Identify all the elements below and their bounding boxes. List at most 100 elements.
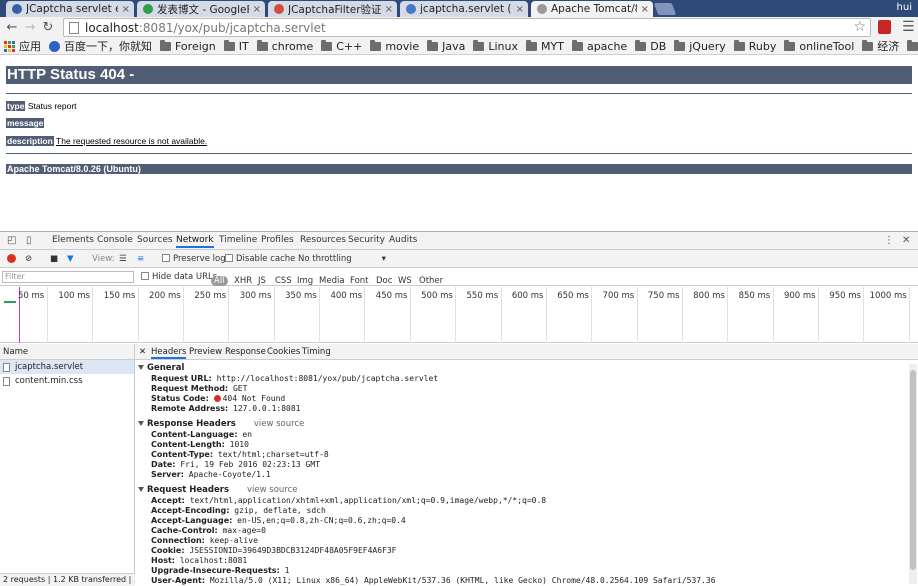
filter-type-all[interactable]: All bbox=[211, 276, 228, 286]
scrollbar-thumb[interactable] bbox=[910, 370, 916, 570]
menu-icon[interactable]: ☰ bbox=[902, 19, 915, 35]
tab-network[interactable]: Network bbox=[176, 235, 214, 248]
close-tab-icon[interactable]: × bbox=[122, 4, 130, 15]
bookmark-item[interactable]: Ruby bbox=[733, 39, 776, 53]
detail-tab-timing[interactable]: Timing bbox=[302, 347, 331, 357]
bookmark-item[interactable]: MYT bbox=[526, 39, 564, 53]
bookmark-item[interactable]: Foreign bbox=[160, 39, 216, 53]
close-devtools-icon[interactable]: ✕ bbox=[902, 235, 910, 246]
folder-icon bbox=[635, 39, 647, 51]
filter-type-doc[interactable]: Doc bbox=[376, 276, 392, 286]
filter-type-ws[interactable]: WS bbox=[398, 276, 412, 286]
hide-data-urls-label: Hide data URLs bbox=[152, 272, 218, 282]
forward-arrow-icon[interactable]: → bbox=[21, 20, 39, 35]
preserve-log-checkbox[interactable]: Preserve log bbox=[162, 254, 226, 264]
back-arrow-icon[interactable]: ← bbox=[3, 20, 21, 35]
device-mode-icon[interactable]: ▯ bbox=[26, 235, 32, 246]
timeline-tick-label: 1000 ms bbox=[869, 291, 907, 301]
tab-timeline[interactable]: Timeline bbox=[219, 235, 257, 245]
detail-tab-cookies[interactable]: Cookies bbox=[267, 347, 300, 357]
screenshot-icon[interactable]: ■ bbox=[50, 254, 58, 264]
more-options-icon[interactable]: ⋮ bbox=[884, 235, 894, 246]
detail-tab-preview[interactable]: Preview bbox=[189, 347, 222, 357]
bookmark-item[interactable]: Java bbox=[427, 39, 465, 53]
filter-type-img[interactable]: Img bbox=[297, 276, 313, 286]
bookmark-item[interactable]: onlineTool bbox=[784, 39, 854, 53]
tab-profiles[interactable]: Profiles bbox=[261, 235, 294, 245]
general-section-header[interactable]: General bbox=[138, 363, 184, 373]
browser-tab[interactable]: 发表博文 - GoogleFan × bbox=[137, 1, 265, 17]
detail-tab-headers[interactable]: Headers bbox=[151, 347, 187, 359]
close-tab-icon[interactable]: × bbox=[641, 4, 649, 15]
filter-type-js[interactable]: JS bbox=[258, 276, 266, 286]
filter-icon[interactable]: ▼ bbox=[67, 254, 74, 264]
filter-input[interactable]: Filter bbox=[2, 271, 134, 283]
filter-type-xhr[interactable]: XHR bbox=[234, 276, 252, 286]
filter-type-other[interactable]: Other bbox=[419, 276, 443, 286]
request-headers-section-header[interactable]: Request Headers view source bbox=[138, 485, 298, 495]
detail-tabs: ✕ Headers Preview Response Cookies Timing bbox=[135, 344, 918, 360]
response-headers-section-header[interactable]: Response Headers view source bbox=[138, 419, 304, 429]
tab-console[interactable]: Console bbox=[97, 235, 133, 245]
detail-tab-response[interactable]: Response bbox=[225, 347, 266, 357]
bookmark-item[interactable]: jQuery bbox=[674, 39, 726, 53]
bookmark-item[interactable]: C++ bbox=[321, 39, 362, 53]
reload-icon[interactable]: ↻ bbox=[39, 20, 57, 35]
bookmark-item[interactable]: Linux bbox=[473, 39, 518, 53]
bookmark-item[interactable]: IT bbox=[223, 39, 249, 53]
profile-badge[interactable]: hui bbox=[897, 2, 912, 13]
hide-data-urls-checkbox[interactable]: Hide data URLs bbox=[141, 272, 217, 282]
bookmark-item[interactable]: movie bbox=[370, 39, 419, 53]
name-column-header[interactable]: Name bbox=[0, 344, 134, 360]
disable-cache-checkbox[interactable]: Disable cache bbox=[225, 254, 295, 264]
bookmark-item[interactable]: 经济 bbox=[862, 38, 899, 54]
close-tab-icon[interactable]: × bbox=[385, 4, 393, 15]
bookmark-item[interactable]: apache bbox=[571, 39, 627, 53]
url-path: :8081/yox/pub/jcaptcha.servlet bbox=[138, 20, 326, 35]
browser-tab[interactable]: jcaptcha.servlet (90 × bbox=[400, 1, 528, 17]
headers-body: General Request URL: http://localhost:808… bbox=[135, 361, 908, 586]
timeline-tick-label: 550 ms bbox=[466, 291, 499, 301]
timeline-gridline bbox=[137, 287, 139, 343]
view-source-link[interactable]: view source bbox=[247, 485, 298, 495]
record-icon[interactable] bbox=[7, 254, 16, 263]
request-row[interactable]: content.min.css bbox=[0, 374, 134, 388]
request-row[interactable]: jcaptcha.servlet bbox=[0, 360, 134, 374]
tab-resources[interactable]: Resources bbox=[300, 235, 346, 245]
tab-audits[interactable]: Audits bbox=[389, 235, 417, 245]
close-detail-icon[interactable]: ✕ bbox=[139, 347, 146, 357]
bookmark-item[interactable]: 视频 bbox=[907, 38, 918, 54]
header-key: Cache-Control: bbox=[151, 526, 218, 535]
throttling-select[interactable]: No throttling ▾ bbox=[298, 254, 386, 264]
close-tab-icon[interactable]: × bbox=[253, 4, 261, 15]
bookmark-label: 应用 bbox=[19, 40, 41, 53]
filter-type-font[interactable]: Font bbox=[350, 276, 369, 286]
inspect-icon[interactable]: ◰ bbox=[7, 235, 16, 246]
filter-type-media[interactable]: Media bbox=[319, 276, 345, 286]
browser-tab[interactable]: Apache Tomcat/8.0.2 × bbox=[531, 1, 653, 17]
bookmark-item[interactable]: chrome bbox=[256, 39, 313, 53]
timeline-tick-label: 650 ms bbox=[557, 291, 589, 301]
clear-icon[interactable]: ⊘ bbox=[25, 254, 32, 264]
browser-tab[interactable]: JCaptchaFilter验证码 × bbox=[268, 1, 397, 17]
header-row: Host: localhost:8081 bbox=[151, 556, 247, 565]
close-tab-icon[interactable]: × bbox=[516, 4, 524, 15]
tab-sources[interactable]: Sources bbox=[137, 235, 173, 245]
filter-type-css[interactable]: CSS bbox=[275, 276, 292, 286]
view-source-link[interactable]: view source bbox=[254, 419, 305, 429]
bookmark-item[interactable]: 应用 bbox=[4, 38, 41, 54]
file-icon bbox=[3, 362, 10, 372]
overview-icon[interactable]: ≡ bbox=[137, 254, 144, 264]
tab-security[interactable]: Security bbox=[348, 235, 385, 245]
new-tab-button[interactable] bbox=[653, 3, 677, 15]
address-bar[interactable]: localhost:8081/yox/pub/jcaptcha.servlet … bbox=[63, 18, 871, 37]
extension-icon[interactable] bbox=[878, 20, 891, 34]
large-rows-icon[interactable]: ☰ bbox=[119, 254, 127, 264]
browser-tab[interactable]: JCaptcha servlet exa × bbox=[6, 1, 134, 17]
bookmark-item[interactable]: DB bbox=[635, 39, 666, 53]
bookmark-item[interactable]: 百度一下，你就知 bbox=[49, 38, 152, 54]
tab-elements[interactable]: Elements bbox=[52, 235, 94, 245]
header-row: Server: Apache-Coyote/1.1 bbox=[151, 470, 271, 479]
bookmark-star-icon[interactable]: ☆ bbox=[853, 19, 866, 35]
detail-scrollbar[interactable] bbox=[909, 364, 917, 584]
